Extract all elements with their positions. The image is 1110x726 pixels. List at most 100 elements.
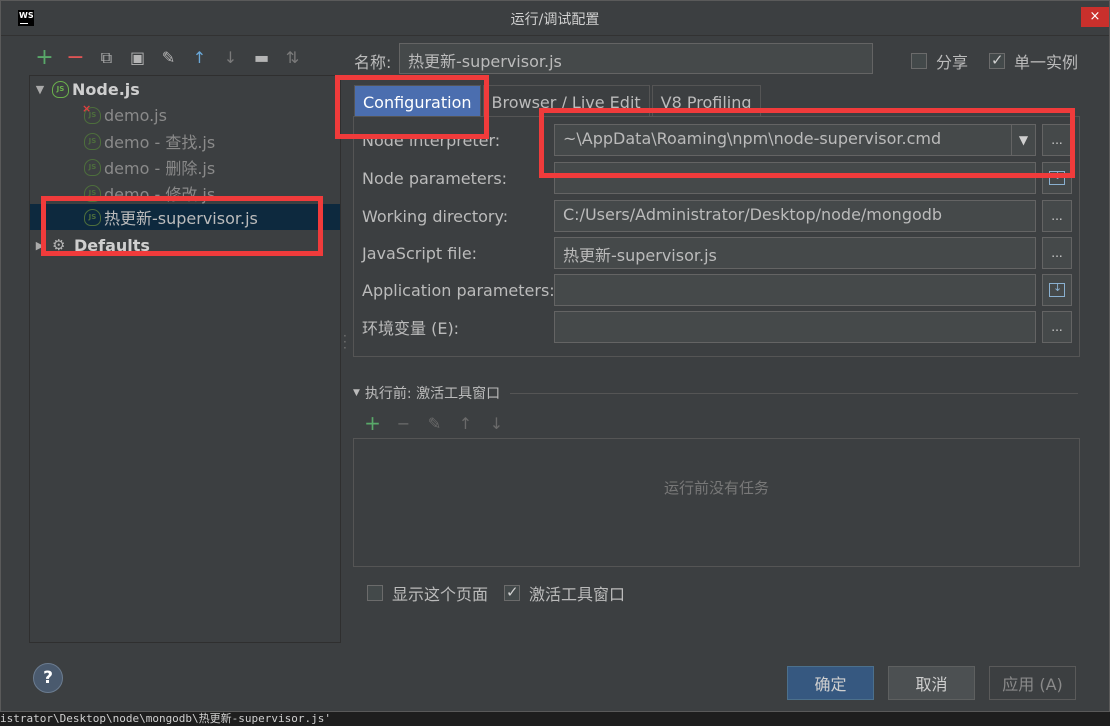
nodejs-icon: JS <box>52 80 69 98</box>
add-icon[interactable]: + <box>29 46 60 70</box>
collapse-down-icon[interactable]: ▼ <box>353 388 360 398</box>
browse-working-directory-button[interactable]: ... <box>1042 200 1072 232</box>
node-parameters-row: Node parameters: <box>362 162 1072 194</box>
browse-javascript-file-button[interactable]: ... <box>1042 237 1072 269</box>
node-interpreter-select[interactable]: ~\AppData\Roaming\npm\node-supervisor.cm… <box>554 124 1036 156</box>
configuration-panel: Node interpreter: ~\AppData\Roaming\npm\… <box>353 116 1080 357</box>
ok-button[interactable]: 确定 <box>787 666 874 700</box>
show-page-label: 显示这个页面 <box>392 585 489 604</box>
folder-icon[interactable]: ▬ <box>246 46 277 70</box>
working-directory-input[interactable]: C:/Users/Administrator/Desktop/node/mong… <box>554 200 1036 232</box>
expand-right-icon[interactable]: ▶ <box>34 239 46 252</box>
javascript-file-label: JavaScript file: <box>362 243 478 263</box>
before-launch-title: 执行前: 激活工具窗口 <box>364 386 501 402</box>
nodejs-icon: JS <box>84 208 101 226</box>
expand-node-parameters-button[interactable] <box>1042 162 1072 194</box>
expand-field-icon <box>1049 169 1065 185</box>
copy-icon[interactable]: ⧉ <box>91 46 122 70</box>
application-parameters-label: Application parameters: <box>362 280 555 300</box>
nodejs-icon: JS <box>84 158 101 176</box>
move-task-down-icon[interactable]: ↓ <box>481 414 512 433</box>
remove-task-icon[interactable]: − <box>388 414 419 433</box>
before-launch-toolbar: + − ✎ ↑ ↓ <box>357 411 512 435</box>
javascript-file-input[interactable]: 热更新-supervisor.js <box>554 237 1036 269</box>
tree-item-label: demo - 查找.js <box>104 133 216 152</box>
application-parameters-input[interactable] <box>554 274 1036 306</box>
config-tabs: Configuration Browser / Live Edit V8 Pro… <box>354 85 763 117</box>
tree-item-demo-modify[interactable]: JS demo - 修改.js <box>84 180 340 206</box>
tree-item-label: demo.js <box>104 105 167 125</box>
tree-item-demo[interactable]: × JS demo.js <box>82 102 340 128</box>
browse-interpreter-button[interactable]: ... <box>1042 124 1072 156</box>
add-task-icon[interactable]: + <box>357 411 388 435</box>
application-parameters-row: Application parameters: <box>362 274 1072 306</box>
expand-field-icon <box>1049 281 1065 297</box>
environment-variables-input[interactable] <box>554 311 1036 343</box>
pane-splitter-handle[interactable]: · · · <box>343 330 349 354</box>
nodejs-icon: JS <box>84 184 101 202</box>
edit-task-icon[interactable]: ✎ <box>419 414 450 433</box>
show-page-checkbox[interactable]: 显示这个页面 <box>367 581 488 605</box>
close-button[interactable]: × <box>1081 7 1109 27</box>
tab-v8-profiling[interactable]: V8 Profiling <box>651 85 761 117</box>
tree-item-label: 热更新-supervisor.js <box>104 209 258 228</box>
javascript-file-row: JavaScript file: 热更新-supervisor.js ... <box>362 237 1072 269</box>
node-parameters-label: Node parameters: <box>362 168 508 188</box>
tree-group-nodejs[interactable]: ▼ JS Node.js <box>34 76 344 102</box>
tree-item-demo-find[interactable]: JS demo - 查找.js <box>84 128 340 154</box>
wrench-icon[interactable]: ✎ <box>153 46 184 70</box>
defaults-wrench-icon: ⚙ <box>52 236 66 254</box>
show-page-checkbox-box[interactable] <box>367 585 383 601</box>
expand-down-icon[interactable]: ▼ <box>34 83 46 96</box>
help-button[interactable]: ? <box>33 663 63 693</box>
nodejs-error-icon: × JS <box>82 102 101 124</box>
name-input[interactable]: 热更新-supervisor.js <box>399 43 873 74</box>
before-launch-task-list[interactable]: 运行前没有任务 <box>353 438 1080 567</box>
name-label: 名称: <box>354 53 392 72</box>
sort-icon[interactable]: ⇅ <box>277 46 308 70</box>
activate-tool-window-checkbox-box[interactable] <box>504 583 520 601</box>
share-checkbox-box[interactable] <box>911 53 927 69</box>
tree-group-defaults[interactable]: ▶ ⚙ Defaults <box>34 232 344 258</box>
title-bar: WS 运行/调试配置 × <box>1 1 1109 36</box>
expand-application-parameters-button[interactable] <box>1042 274 1072 306</box>
tree-item-demo-delete[interactable]: JS demo - 删除.js <box>84 154 340 180</box>
background-terminal-line: istrator\Desktop\node\mongodb\热更新-superv… <box>0 712 1110 726</box>
tree-item-label: demo - 删除.js <box>104 159 216 178</box>
tree-group-label: Defaults <box>74 235 150 255</box>
cancel-button[interactable]: 取消 <box>888 666 975 700</box>
move-task-up-icon[interactable]: ↑ <box>450 414 481 433</box>
environment-variables-row: 环境变量 (E): ... <box>362 311 1072 343</box>
config-toolbar: + − ⧉ ▣ ✎ ↑ ↓ ▬ ⇅ <box>29 45 308 71</box>
share-checkbox[interactable]: 分享 <box>911 49 968 73</box>
apply-button[interactable]: 应用 (A) <box>989 666 1076 700</box>
remove-icon[interactable]: − <box>60 46 91 70</box>
tree-item-hot-reload-supervisor[interactable]: JS 热更新-supervisor.js <box>30 204 340 230</box>
tree-group-label: Node.js <box>72 79 140 99</box>
window-title: 运行/调试配置 <box>510 12 600 28</box>
empty-task-message: 运行前没有任务 <box>663 479 769 497</box>
node-interpreter-label: Node interpreter: <box>362 130 501 150</box>
tab-configuration[interactable]: Configuration <box>354 85 481 117</box>
activate-tool-window-label: 激活工具窗口 <box>529 585 626 604</box>
run-debug-configurations-dialog: WS 运行/调试配置 × + − ⧉ ▣ ✎ ↑ ↓ ▬ ⇅ ▼ JS Node.js × JS … <box>0 0 1110 712</box>
working-directory-label: Working directory: <box>362 206 509 226</box>
edit-environment-variables-button[interactable]: ... <box>1042 311 1072 343</box>
tree-item-label: demo - 修改.js <box>104 185 216 204</box>
before-launch-header[interactable]: ▼ 执行前: 激活工具窗口 <box>353 383 1078 403</box>
move-up-icon[interactable]: ↑ <box>184 46 215 70</box>
dropdown-arrow-icon[interactable]: ▼ <box>1011 125 1035 155</box>
tab-browser-live-edit[interactable]: Browser / Live Edit <box>482 85 650 117</box>
single-instance-label: 单一实例 <box>1014 53 1079 72</box>
configuration-tree: ▼ JS Node.js × JS demo.js JS demo - 查找.js… <box>29 75 341 643</box>
single-instance-checkbox-box[interactable] <box>989 51 1005 69</box>
section-divider <box>510 392 1078 394</box>
save-icon[interactable]: ▣ <box>122 46 153 70</box>
nodejs-icon: JS <box>84 132 101 150</box>
activate-tool-window-checkbox[interactable]: 激活工具窗口 <box>504 581 625 605</box>
single-instance-checkbox[interactable]: 单一实例 <box>989 49 1078 73</box>
move-down-icon[interactable]: ↓ <box>215 46 246 70</box>
node-interpreter-row: Node interpreter: ~\AppData\Roaming\npm\… <box>362 124 1072 156</box>
node-parameters-input[interactable] <box>554 162 1036 194</box>
share-label: 分享 <box>936 53 969 72</box>
